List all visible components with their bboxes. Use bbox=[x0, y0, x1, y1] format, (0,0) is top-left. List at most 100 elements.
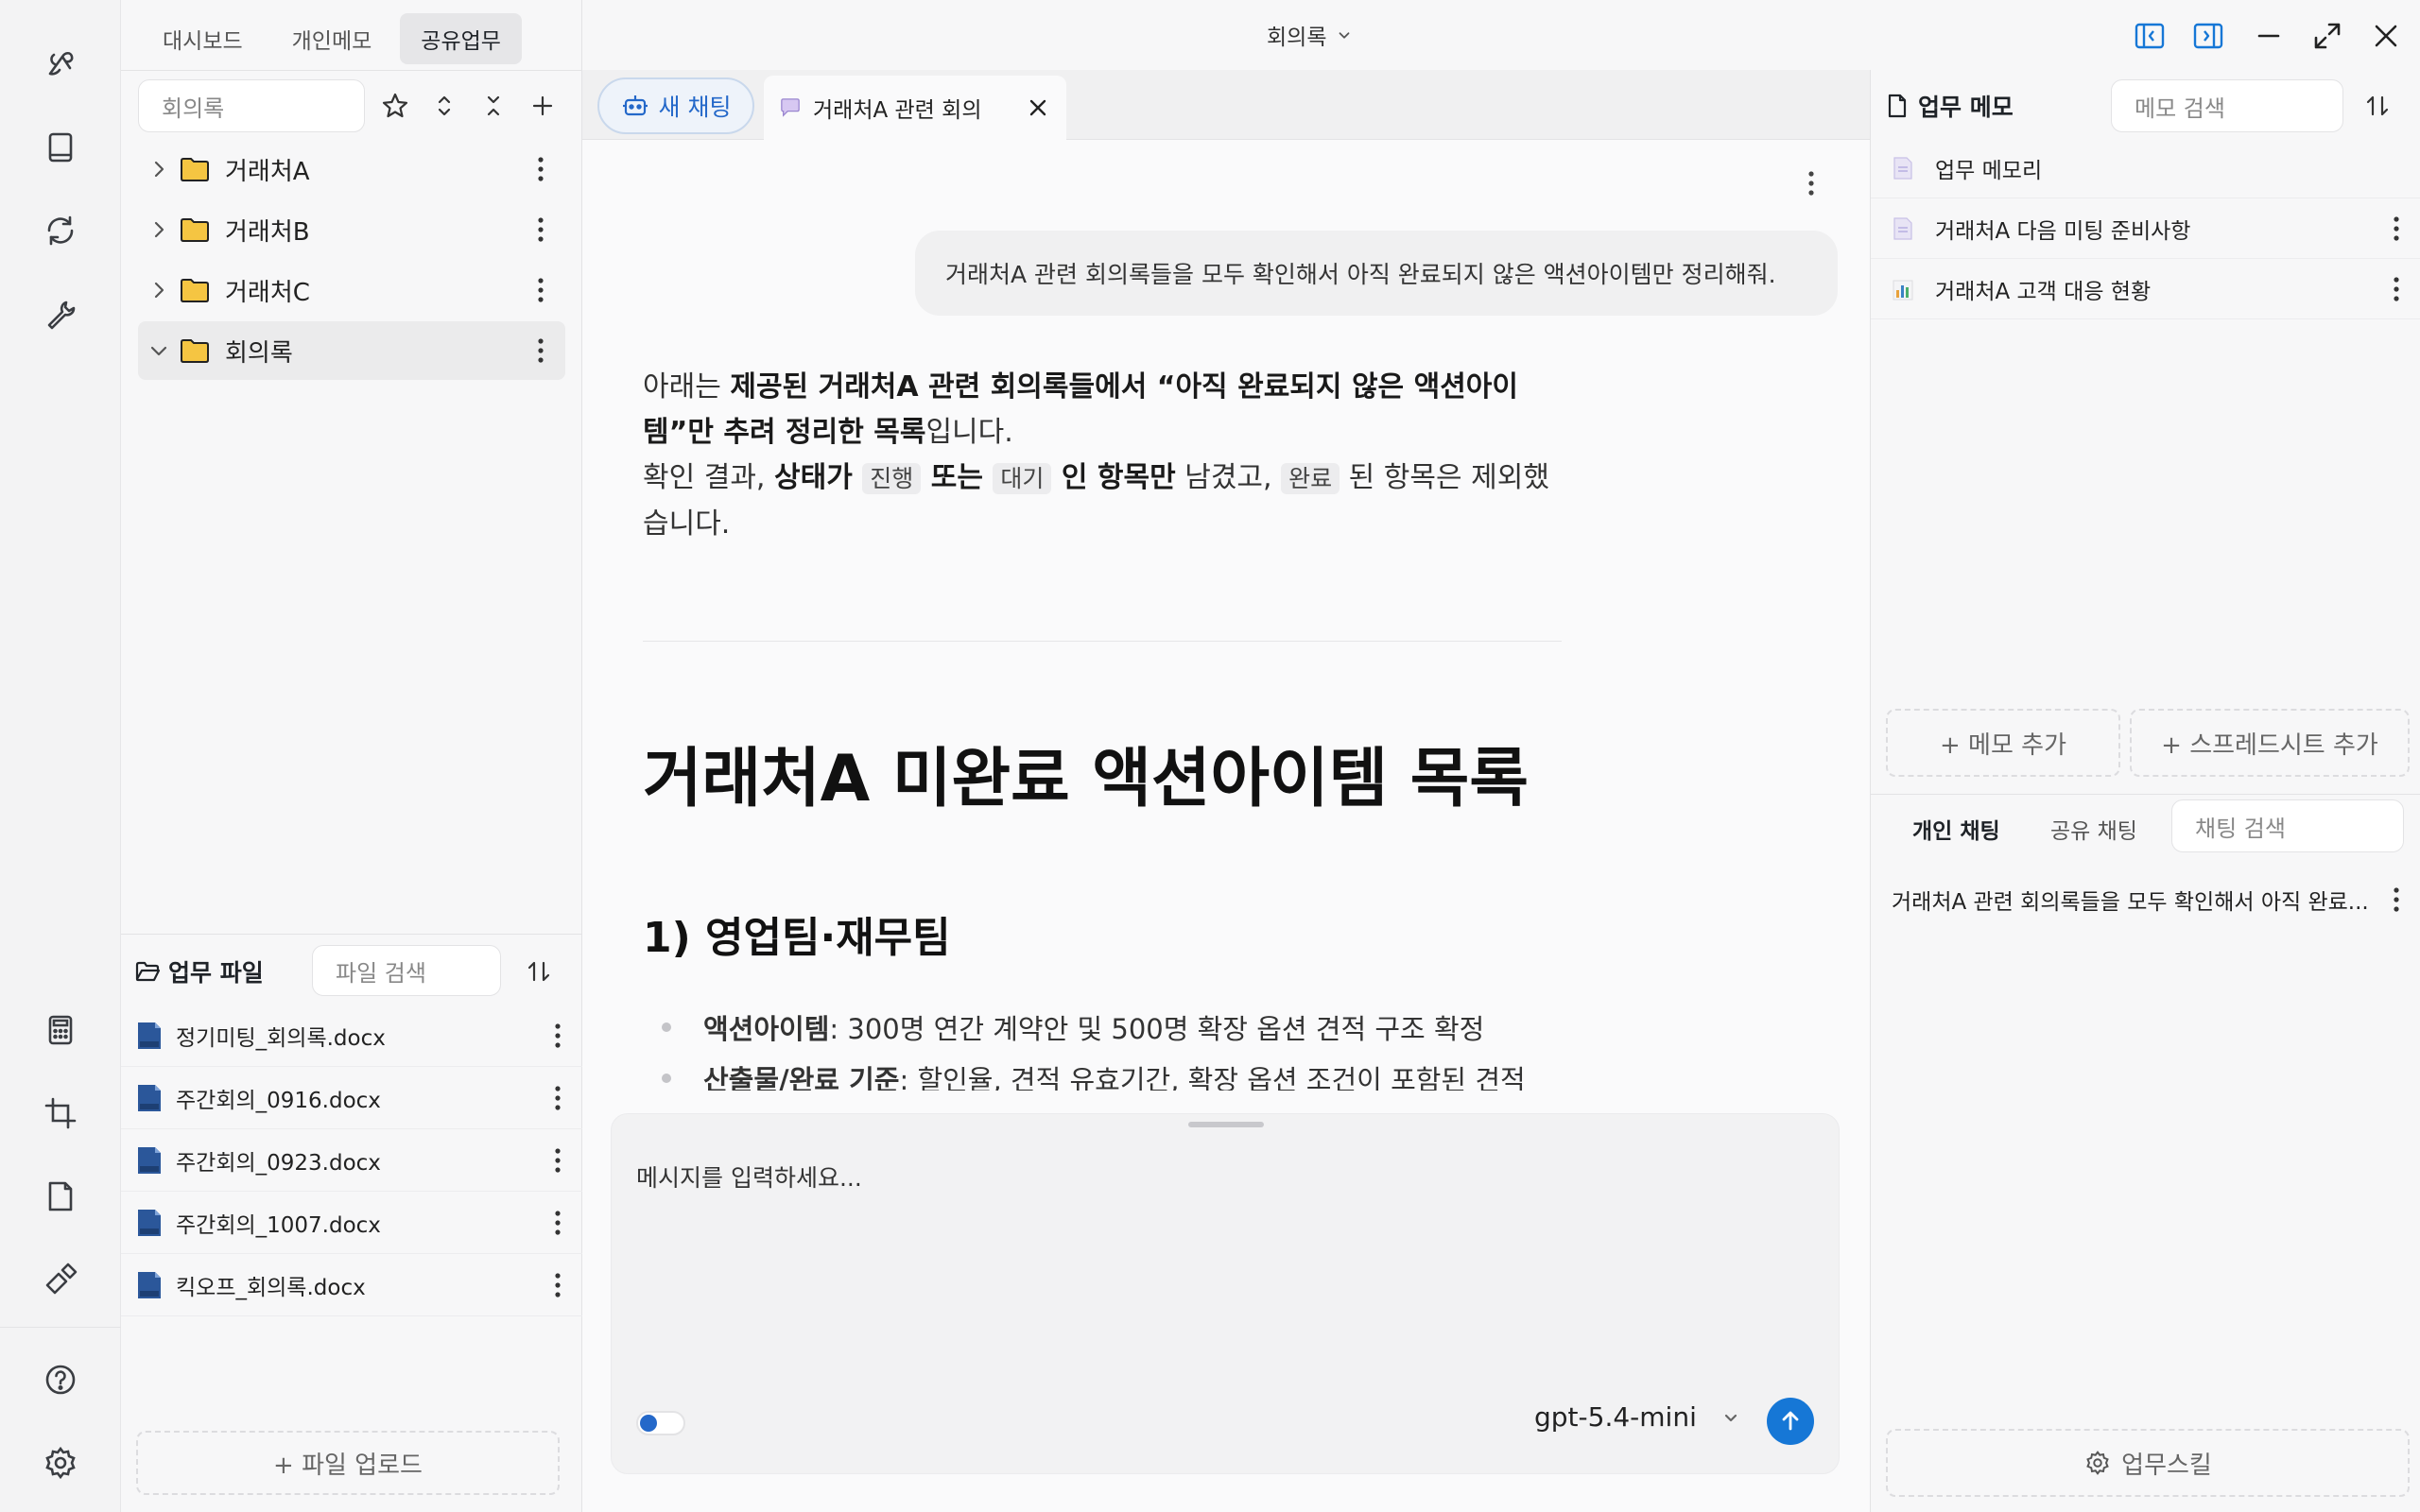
toggle-right-panel-icon[interactable] bbox=[2189, 17, 2227, 55]
file-search-input[interactable]: 파일 검색 bbox=[312, 945, 501, 996]
file-row[interactable]: 킥오프_회의록.docx bbox=[121, 1254, 582, 1316]
chevron-right-icon[interactable] bbox=[138, 219, 180, 240]
folder-icon bbox=[180, 337, 214, 364]
robot-icon bbox=[622, 95, 648, 116]
page-icon[interactable] bbox=[36, 1172, 85, 1221]
chevron-right-icon[interactable] bbox=[138, 159, 180, 180]
file-row[interactable]: 주간회의_1007.docx bbox=[121, 1192, 582, 1254]
tree-folder-client-a[interactable]: 거래처A bbox=[138, 140, 565, 198]
sort-icon[interactable] bbox=[520, 953, 558, 990]
tree-folder-client-c[interactable]: 거래처C bbox=[138, 261, 565, 319]
settings-icon[interactable] bbox=[36, 1438, 85, 1487]
memo-item[interactable]: 거래처A 다음 미팅 준비사항 bbox=[1871, 198, 2420, 259]
memo-item[interactable]: 거래처A 고객 대응 현황 bbox=[1871, 259, 2420, 319]
more-options-icon[interactable] bbox=[1800, 166, 1823, 200]
file-row[interactable]: 주간회의_0923.docx bbox=[121, 1129, 582, 1192]
top-nav-tabs: 대시보드 개인메모 공유업무 bbox=[142, 13, 522, 64]
tree-search-input[interactable]: 회의록 bbox=[138, 79, 365, 132]
add-spreadsheet-button[interactable]: + 스프레드시트 추가 bbox=[2130, 709, 2410, 777]
star-icon[interactable] bbox=[376, 87, 414, 125]
more-options-icon[interactable] bbox=[546, 1206, 569, 1240]
help-icon[interactable] bbox=[36, 1355, 85, 1404]
bullet-label: 산출물/완료 기준 bbox=[703, 1064, 900, 1091]
close-tab-icon[interactable] bbox=[1025, 94, 1051, 121]
chat-list-divider bbox=[1871, 794, 2420, 795]
file-row[interactable]: 정기미팅_회의록.docx bbox=[121, 1005, 582, 1067]
tree-folder-label: 거래처B bbox=[225, 217, 310, 247]
minimize-icon[interactable] bbox=[2250, 17, 2288, 55]
file-name: 주간회의_1007.docx bbox=[176, 1212, 381, 1238]
bullet-text: : 300명 연간 계약안 및 500명 확장 옵션 견적 구조 확정 bbox=[829, 1013, 1485, 1045]
more-options-icon[interactable] bbox=[546, 1019, 569, 1053]
collapse-all-icon[interactable] bbox=[475, 87, 512, 125]
file-row[interactable]: 주간회의_0916.docx bbox=[121, 1067, 582, 1129]
more-options-icon[interactable] bbox=[529, 273, 552, 307]
files-divider bbox=[121, 934, 582, 935]
more-options-icon[interactable] bbox=[546, 1143, 569, 1177]
work-skill-button[interactable]: 업무스킬 bbox=[1886, 1429, 2410, 1497]
more-options-icon[interactable] bbox=[529, 152, 552, 186]
chat-search-input[interactable]: 채팅 검색 bbox=[2171, 799, 2404, 852]
text-span: 확인 결과, bbox=[643, 461, 775, 494]
text-span: 아래는 bbox=[643, 370, 731, 404]
folder-icon bbox=[180, 216, 214, 243]
more-options-icon[interactable] bbox=[2385, 212, 2408, 246]
tab-shared-chat[interactable]: 공유 채팅 bbox=[2050, 813, 2137, 845]
tab-personal-memo[interactable]: 개인메모 bbox=[271, 13, 393, 64]
bullet-dot bbox=[662, 1022, 671, 1032]
maximize-icon[interactable] bbox=[2308, 17, 2346, 55]
more-options-icon[interactable] bbox=[529, 213, 552, 247]
add-memo-button[interactable]: + 메모 추가 bbox=[1886, 709, 2120, 777]
crop-icon[interactable] bbox=[36, 1089, 85, 1138]
text-bold: 또는 bbox=[921, 461, 994, 494]
book-icon[interactable] bbox=[36, 123, 85, 172]
model-selector[interactable]: gpt-5.4-mini bbox=[1534, 1401, 1740, 1433]
send-button[interactable] bbox=[1767, 1398, 1814, 1445]
more-options-icon[interactable] bbox=[529, 334, 552, 368]
chat-history-label: 거래처A 관련 회의록들을 모두 확인해서 아직 완료... bbox=[1892, 890, 2369, 915]
more-options-icon[interactable] bbox=[2385, 272, 2408, 306]
model-label: gpt-5.4-mini bbox=[1534, 1401, 1697, 1433]
more-options-icon[interactable] bbox=[546, 1268, 569, 1302]
chat-tab-label: 거래처A 관련 회의 bbox=[813, 98, 982, 123]
memo-search-input[interactable]: 메모 검색 bbox=[2111, 79, 2343, 132]
list-item: 액션아이템: 300명 연간 계약안 및 500명 확장 옵션 견적 구조 확정 bbox=[662, 1007, 1484, 1047]
calculator-icon[interactable] bbox=[36, 1005, 85, 1055]
file-name: 킥오프_회의록.docx bbox=[176, 1275, 366, 1300]
memo-item[interactable]: 업무 메모리 bbox=[1871, 138, 2420, 198]
bullet-text: : 할인율, 견적 유효기간, 확장 옵션 조건이 포함된 견적 bbox=[899, 1064, 1526, 1091]
chat-history-item[interactable]: 거래처A 관련 회의록들을 모두 확인해서 아직 완료... bbox=[1871, 869, 2420, 930]
chat-tab-active[interactable]: 거래처A 관련 회의 bbox=[764, 76, 1066, 140]
upload-file-button[interactable]: + 파일 업로드 bbox=[136, 1431, 560, 1495]
wrench-icon[interactable] bbox=[36, 289, 85, 338]
resize-handle[interactable] bbox=[1188, 1122, 1264, 1127]
left-panel: 대시보드 개인메모 공유업무 회의록 거래처A 거래처B 거래처C 회의록 업무… bbox=[121, 0, 582, 1512]
composer-toggle[interactable] bbox=[636, 1411, 685, 1435]
tab-shared-work[interactable]: 공유업무 bbox=[400, 13, 522, 64]
files-section-title: 업무 파일 bbox=[134, 954, 264, 988]
message-input[interactable]: 메시지를 입력하세요... bbox=[636, 1160, 862, 1194]
expand-all-icon[interactable] bbox=[425, 87, 463, 125]
tree-folder-label: 거래처C bbox=[225, 278, 310, 307]
tree-folder-client-b[interactable]: 거래처B bbox=[138, 200, 565, 259]
chevron-down-icon[interactable] bbox=[138, 340, 180, 361]
brush-icon[interactable] bbox=[36, 1255, 85, 1304]
window-title[interactable]: 회의록 bbox=[1267, 19, 1353, 51]
answer-heading-2: 1) 영업팀·재무팀 bbox=[643, 914, 951, 962]
close-window-icon[interactable] bbox=[2367, 17, 2405, 55]
sync-icon[interactable] bbox=[36, 206, 85, 255]
chevron-right-icon[interactable] bbox=[138, 280, 180, 301]
file-name: 주간회의_0916.docx bbox=[176, 1088, 381, 1113]
sort-icon[interactable] bbox=[2359, 87, 2396, 125]
more-options-icon[interactable] bbox=[2385, 883, 2408, 917]
toggle-left-panel-icon[interactable] bbox=[2131, 17, 2169, 55]
add-folder-icon[interactable] bbox=[524, 87, 562, 125]
new-chat-button[interactable]: 새 채팅 bbox=[597, 77, 754, 134]
assistant-paragraph-2: 확인 결과, 상태가 진행 또는 대기 인 항목만 남겼고, 완료 된 항목은 … bbox=[643, 455, 1569, 547]
logo-icon[interactable] bbox=[36, 38, 85, 87]
more-options-icon[interactable] bbox=[546, 1081, 569, 1115]
new-chat-label: 새 채팅 bbox=[658, 94, 732, 121]
tab-personal-chat[interactable]: 개인 채팅 bbox=[1912, 813, 2000, 845]
tree-folder-minutes[interactable]: 회의록 bbox=[138, 321, 565, 380]
tab-dashboard[interactable]: 대시보드 bbox=[142, 13, 264, 64]
